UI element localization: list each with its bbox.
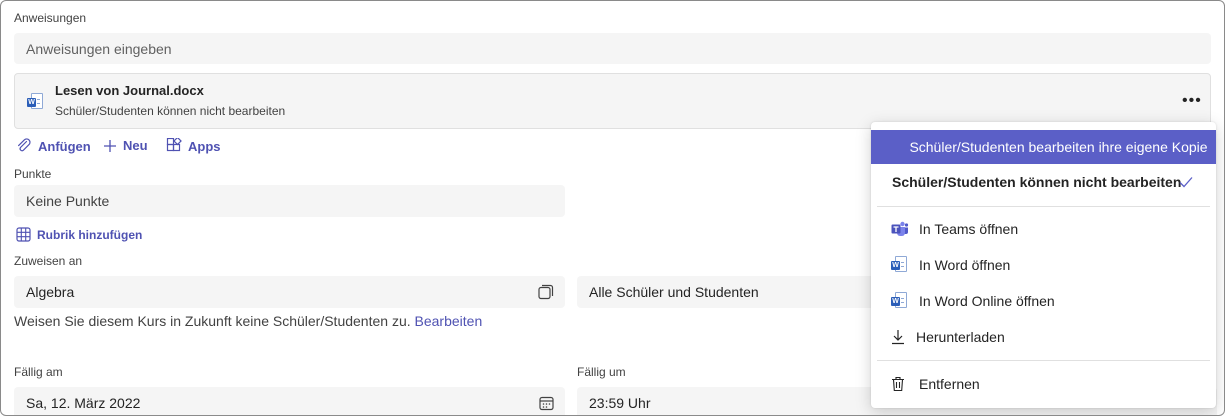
assign-note-text: Weisen Sie diesem Kurs in Zukunft keine … <box>14 313 411 329</box>
checkmark-icon <box>1179 177 1193 188</box>
attach-button[interactable]: Anfügen <box>16 138 91 154</box>
word-icon: W <box>891 292 907 310</box>
due-date-value: Sa, 12. März 2022 <box>26 395 141 411</box>
menu-item-download[interactable]: Herunterladen <box>871 319 1216 355</box>
menu-item-label: Schüler/Studenten können nicht bearbeite… <box>892 174 1182 190</box>
menu-item-students-cannot-edit[interactable]: Schüler/Studenten können nicht bearbeite… <box>871 164 1216 200</box>
instructions-input[interactable]: Anweisungen eingeben <box>14 33 1211 64</box>
menu-divider <box>877 360 1210 361</box>
paperclip-icon <box>18 138 31 152</box>
grid-icon <box>16 227 31 242</box>
points-value: Keine Punkte <box>26 193 110 209</box>
menu-item-label: In Word öffnen <box>919 257 1011 273</box>
apps-button[interactable]: Apps <box>166 138 221 154</box>
points-label: Punkte <box>14 167 52 181</box>
attachment-options-menu: Schüler/Studenten bearbeiten ihre eigene… <box>871 122 1216 408</box>
due-time-label: Fällig um <box>577 365 626 379</box>
menu-item-students-edit-copy[interactable]: Schüler/Studenten bearbeiten ihre eigene… <box>871 130 1216 164</box>
assign-label: Zuweisen an <box>14 254 83 268</box>
students-value: Alle Schüler und Studenten <box>589 284 759 300</box>
due-time-value: 23:59 Uhr <box>589 395 651 411</box>
due-date-input[interactable]: Sa, 12. März 2022 <box>14 387 565 415</box>
trash-icon <box>892 376 904 392</box>
menu-item-label: In Word Online öffnen <box>919 293 1055 309</box>
attach-label: Anfügen <box>38 138 91 154</box>
menu-divider <box>877 206 1210 207</box>
students-selector[interactable]: Alle Schüler und Studenten <box>577 276 877 308</box>
new-button[interactable]: Neu <box>103 138 148 153</box>
menu-item-label: Entfernen <box>919 376 980 392</box>
menu-item-open-in-word[interactable]: W In Word öffnen <box>871 247 1216 283</box>
class-value: Algebra <box>26 284 75 300</box>
add-rubric-label: Rubrik hinzufügen <box>37 227 143 242</box>
class-selector[interactable]: Algebra <box>14 276 565 308</box>
word-icon: W <box>891 256 907 274</box>
apps-label: Apps <box>188 138 221 154</box>
apps-icon <box>166 138 182 152</box>
menu-item-label: In Teams öffnen <box>919 221 1019 237</box>
plus-icon <box>104 139 116 152</box>
attachment-title: Lesen von Journal.docx <box>55 83 204 98</box>
more-options-button[interactable]: ••• <box>1182 92 1202 110</box>
add-rubric-button[interactable]: Rubrik hinzufügen <box>16 227 142 242</box>
menu-item-remove[interactable]: Entfernen <box>871 366 1216 402</box>
menu-item-label: Herunterladen <box>916 329 1005 345</box>
menu-item-open-in-word-online[interactable]: W In Word Online öffnen <box>871 283 1216 319</box>
assign-note: Weisen Sie diesem Kurs in Zukunft keine … <box>14 313 482 329</box>
copy-icon[interactable] <box>538 284 554 300</box>
edit-link[interactable]: Bearbeiten <box>415 313 483 329</box>
points-input[interactable]: Keine Punkte <box>14 185 565 217</box>
instructions-label: Anweisungen <box>14 11 87 25</box>
due-date-label: Fällig am <box>14 365 63 379</box>
download-icon <box>892 330 904 345</box>
menu-item-label: Schüler/Studenten bearbeiten ihre eigene… <box>909 139 1208 155</box>
new-label: Neu <box>123 138 148 153</box>
teams-icon <box>891 221 909 236</box>
word-icon: W <box>27 93 43 111</box>
calendar-icon[interactable] <box>539 396 554 411</box>
assignment-form: Anweisungen Anweisungen eingeben W Lesen… <box>0 0 1225 416</box>
menu-item-open-in-teams[interactable]: In Teams öffnen <box>871 211 1216 247</box>
attachment-permission: Schüler/Studenten können nicht bearbeite… <box>55 104 286 118</box>
attachment-card[interactable]: W Lesen von Journal.docx Schüler/Student… <box>14 73 1211 129</box>
instructions-placeholder: Anweisungen eingeben <box>26 40 172 57</box>
